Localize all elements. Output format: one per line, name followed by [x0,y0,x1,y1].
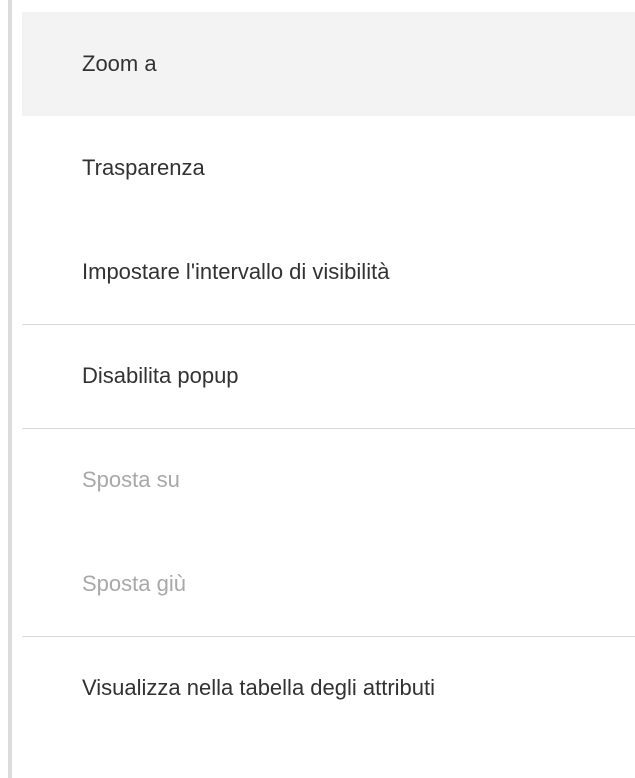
menu-item-label: Sposta giù [82,571,186,596]
layer-context-menu: Zoom a Trasparenza Impostare l'intervall… [0,0,635,778]
menu-item-disable-popup[interactable]: Disabilita popup [22,324,635,428]
menu-left-border-bar [8,0,12,778]
menu-item-label: Trasparenza [82,155,205,180]
menu-item-label: Sposta su [82,467,180,492]
menu-item-show-in-attribute-table[interactable]: Visualizza nella tabella degli attributi [22,636,635,740]
menu-item-transparency[interactable]: Trasparenza [22,116,635,220]
menu-item-move-up: Sposta su [22,428,635,532]
menu-item-label: Impostare l'intervallo di visibilità [82,259,390,284]
menu-item-set-visibility-range[interactable]: Impostare l'intervallo di visibilità [22,220,635,324]
menu-left-border [0,0,12,778]
menu-item-label: Visualizza nella tabella degli attributi [82,675,436,700]
menu-item-zoom-to[interactable]: Zoom a [22,12,635,116]
menu-item-label: Disabilita popup [82,363,239,388]
menu-item-label: Zoom a [82,51,157,76]
menu-items: Zoom a Trasparenza Impostare l'intervall… [22,12,635,740]
menu-item-move-down: Sposta giù [22,532,635,636]
